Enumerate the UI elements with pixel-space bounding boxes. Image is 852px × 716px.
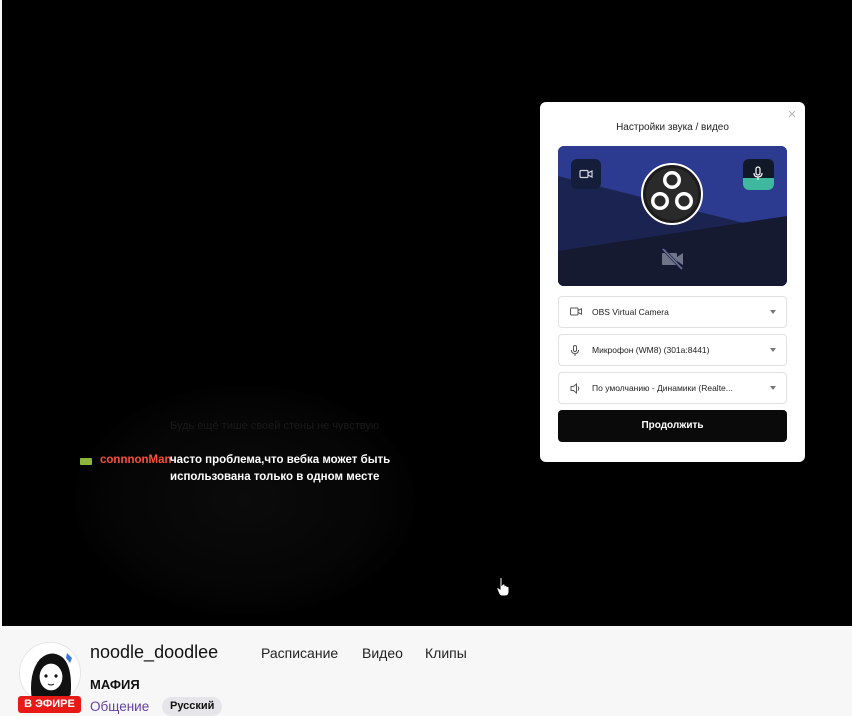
camera-preview bbox=[558, 146, 787, 286]
category-link[interactable]: Общение bbox=[90, 699, 149, 714]
avatar-image bbox=[20, 643, 80, 703]
continue-button[interactable]: Продолжить bbox=[558, 410, 787, 442]
microphone-icon bbox=[753, 166, 763, 180]
channel-name[interactable]: noodle_doodlee bbox=[90, 642, 218, 663]
microphone-select[interactable]: Микрофон (WM8) (301a:8441) bbox=[558, 334, 787, 366]
mic-toggle-button[interactable] bbox=[743, 159, 774, 190]
chat-username[interactable]: connnonMan bbox=[100, 452, 172, 469]
camera-icon bbox=[570, 307, 582, 316]
speaker-select[interactable]: По умолчанию - Динамики (Realte... bbox=[558, 372, 787, 404]
video-player[interactable]: Будь ещё тише своей стены не чувствую co… bbox=[2, 0, 852, 626]
speaker-select-value: По умолчанию - Динамики (Realte... bbox=[592, 383, 733, 393]
microphone-icon bbox=[571, 345, 579, 356]
chevron-down-icon bbox=[770, 310, 776, 314]
chevron-down-icon bbox=[770, 348, 776, 352]
av-settings-dialog: × Настройки звука / видео OBS Virtual Ca… bbox=[540, 102, 805, 462]
nav-videos[interactable]: Видео bbox=[362, 645, 403, 661]
camera-select[interactable]: OBS Virtual Camera bbox=[558, 296, 787, 328]
channel-info-bar: В ЭФИРЕ noodle_doodlee Расписание Видео … bbox=[0, 626, 852, 716]
chat-badge-icon bbox=[80, 458, 92, 465]
nav-schedule[interactable]: Расписание bbox=[261, 645, 338, 661]
hand-cursor-icon bbox=[496, 577, 510, 597]
faded-chat-message: Будь ещё тише своей стены не чувствую bbox=[170, 420, 380, 432]
avatar[interactable] bbox=[19, 642, 81, 704]
nav-clips[interactable]: Клипы bbox=[425, 645, 467, 661]
chevron-down-icon bbox=[770, 386, 776, 390]
camera-icon bbox=[579, 169, 593, 179]
close-icon[interactable]: × bbox=[785, 107, 799, 122]
live-badge: В ЭФИРЕ bbox=[18, 696, 81, 713]
language-tag[interactable]: Русский bbox=[162, 697, 223, 716]
camera-off-icon bbox=[661, 247, 684, 271]
camera-select-value: OBS Virtual Camera bbox=[592, 307, 669, 317]
speaker-icon bbox=[570, 383, 580, 394]
microphone-select-value: Микрофон (WM8) (301a:8441) bbox=[592, 345, 710, 355]
stream-title: МАФИЯ bbox=[90, 677, 140, 692]
dialog-title: Настройки звука / видео bbox=[616, 122, 729, 133]
camera-toggle-button[interactable] bbox=[571, 159, 601, 189]
obs-logo-icon bbox=[641, 163, 703, 225]
chat-message-text: часто проблема,что вебка может быть испо… bbox=[170, 454, 391, 483]
